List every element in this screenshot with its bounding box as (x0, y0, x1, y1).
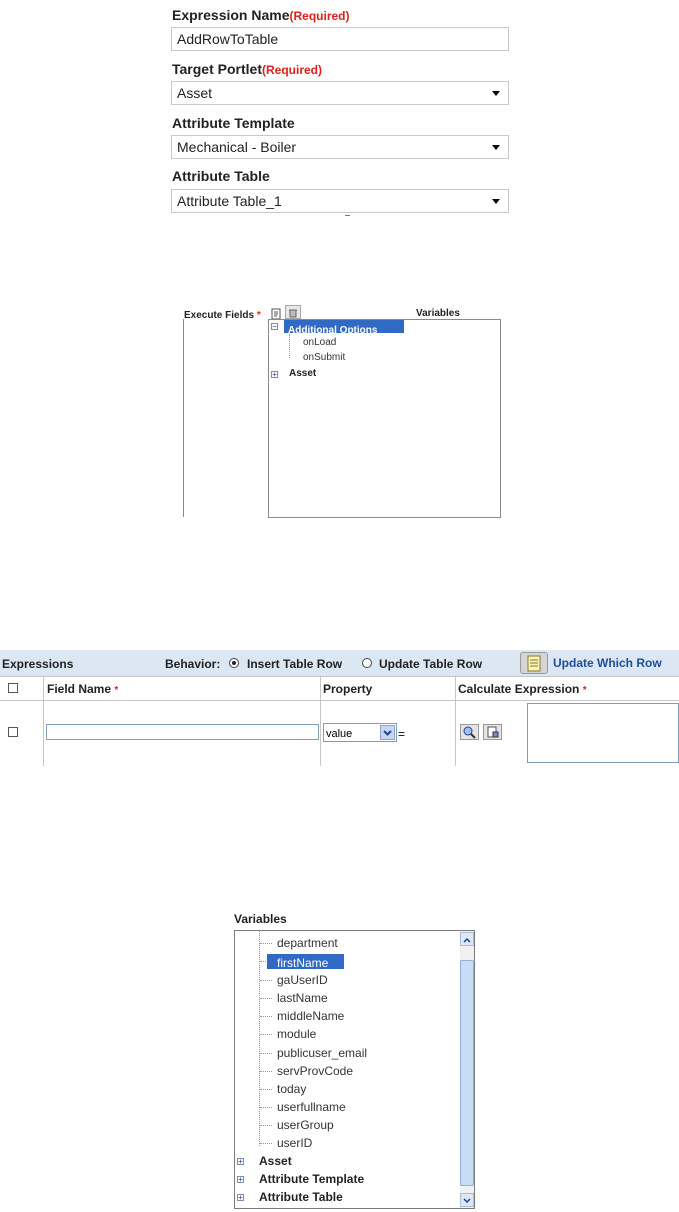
tree-node-label: Additional Options (288, 325, 378, 336)
expression-name-input[interactable]: AddRowToTable (171, 27, 509, 51)
expand-icon[interactable]: + (237, 1176, 244, 1184)
variable-item[interactable]: servProvCode (277, 1064, 353, 1078)
variable-item[interactable]: gaUserID (277, 973, 328, 987)
variables-title: Variables (234, 912, 287, 926)
tree-connector (260, 1107, 272, 1109)
expand-icon[interactable]: + (237, 1194, 244, 1202)
attribute-template-label: Attribute Template (172, 115, 295, 131)
divider (0, 676, 679, 677)
select-all-checkbox[interactable] (8, 683, 18, 693)
expression-name-label: Expression Name(Required) (172, 7, 350, 23)
field-name-input[interactable] (46, 724, 319, 740)
variable-item[interactable]: today (277, 1082, 306, 1096)
chevron-down-icon[interactable] (380, 725, 395, 740)
add-field-icon[interactable] (271, 307, 282, 320)
equals-sign: = (398, 727, 406, 741)
dropdown-arrow-icon (492, 199, 500, 204)
update-which-row-icon[interactable] (520, 652, 548, 674)
tree-connector (260, 1089, 272, 1091)
tree-connector (260, 998, 272, 1000)
update-table-row-radio[interactable] (362, 658, 372, 668)
variable-group-attribute-table[interactable]: Attribute Table (259, 1190, 343, 1204)
target-portlet-label: Target Portlet(Required) (172, 61, 322, 77)
insert-table-row-radio[interactable] (229, 658, 239, 668)
attribute-table-label: Attribute Table (172, 168, 270, 184)
variables-label: Variables (416, 308, 460, 319)
expand-icon[interactable]: + (271, 371, 278, 379)
attribute-template-value: Mechanical - Boiler (177, 139, 297, 155)
scrollbar-thumb[interactable] (460, 960, 474, 1186)
target-portlet-select[interactable]: Asset (171, 81, 509, 105)
variable-item[interactable]: middleName (277, 1009, 344, 1023)
execute-fields-label: Execute Fields * (184, 310, 261, 321)
row-checkbox[interactable] (8, 727, 18, 737)
update-which-row-link[interactable]: Update Which Row (553, 656, 662, 670)
scroll-down-icon[interactable] (460, 1193, 474, 1207)
calculate-expression-textarea[interactable] (527, 703, 679, 763)
expression-builder-icon[interactable] (483, 724, 502, 740)
dropdown-arrow-icon (492, 91, 500, 96)
execute-fields-list-border (183, 319, 184, 517)
variable-group-asset[interactable]: Asset (259, 1154, 292, 1168)
variable-item[interactable]: lastName (277, 991, 328, 1005)
tree-node-additional-options[interactable]: Additional Options (284, 320, 404, 336)
divider (455, 676, 456, 766)
tree-connector (260, 1016, 272, 1018)
column-header-calculate-expression: Calculate Expression * (458, 682, 587, 696)
collapse-icon[interactable]: − (271, 323, 278, 331)
update-table-row-label[interactable]: Update Table Row (379, 657, 482, 671)
variable-item[interactable]: userfullname (277, 1100, 346, 1114)
variable-item[interactable]: department (277, 936, 338, 950)
tree-connector (260, 943, 272, 945)
attribute-table-value: Attribute Table_1 (177, 193, 282, 209)
required-indicator: * (256, 310, 261, 321)
tree-connector (260, 1143, 272, 1145)
column-header-property: Property (323, 682, 373, 696)
variable-group-attribute-template[interactable]: Attribute Template (259, 1172, 364, 1186)
tree-connector (260, 1125, 272, 1127)
required-indicator: (Required) (261, 63, 322, 77)
tree-node-onsubmit[interactable]: onSubmit (303, 352, 345, 363)
variable-item-selected[interactable]: firstName (267, 954, 344, 970)
required-indicator: (Required) (289, 9, 350, 23)
required-indicator: * (582, 685, 587, 696)
scroll-up-icon[interactable] (460, 932, 474, 946)
variable-item[interactable]: userID (277, 1136, 312, 1150)
tree-connector (260, 980, 272, 982)
tree-connector (260, 1053, 272, 1055)
tree-connector (259, 931, 261, 1146)
insert-table-row-label[interactable]: Insert Table Row (247, 657, 342, 671)
attribute-template-select[interactable]: Mechanical - Boiler (171, 135, 509, 159)
search-icon[interactable] (460, 724, 479, 740)
divider (345, 215, 350, 216)
expression-name-value: AddRowToTable (177, 31, 279, 47)
variable-item[interactable]: module (277, 1027, 316, 1041)
divider (320, 676, 321, 766)
variables-tree[interactable] (268, 319, 501, 518)
variable-item[interactable]: publicuser_email (277, 1046, 367, 1060)
dropdown-arrow-icon (492, 145, 500, 150)
column-header-field-name: Field Name * (47, 682, 119, 696)
tree-connector (289, 334, 291, 358)
expressions-title: Expressions (2, 657, 74, 671)
behavior-label: Behavior: (165, 657, 221, 671)
target-portlet-value: Asset (177, 85, 213, 101)
divider (43, 676, 44, 766)
property-value: value (326, 728, 353, 740)
expand-icon[interactable]: + (237, 1158, 244, 1166)
tree-node-onload[interactable]: onLoad (303, 337, 336, 348)
variable-item-label: firstName (277, 956, 329, 970)
tree-node-asset[interactable]: Asset (289, 368, 316, 379)
property-select[interactable]: value (323, 723, 397, 742)
attribute-table-select[interactable]: Attribute Table_1 (171, 189, 509, 213)
required-indicator: * (114, 685, 119, 696)
divider (0, 700, 679, 701)
variable-item[interactable]: userGroup (277, 1118, 334, 1132)
tree-connector (260, 1071, 272, 1073)
tree-connector (260, 1034, 272, 1036)
delete-icon[interactable] (285, 305, 301, 319)
